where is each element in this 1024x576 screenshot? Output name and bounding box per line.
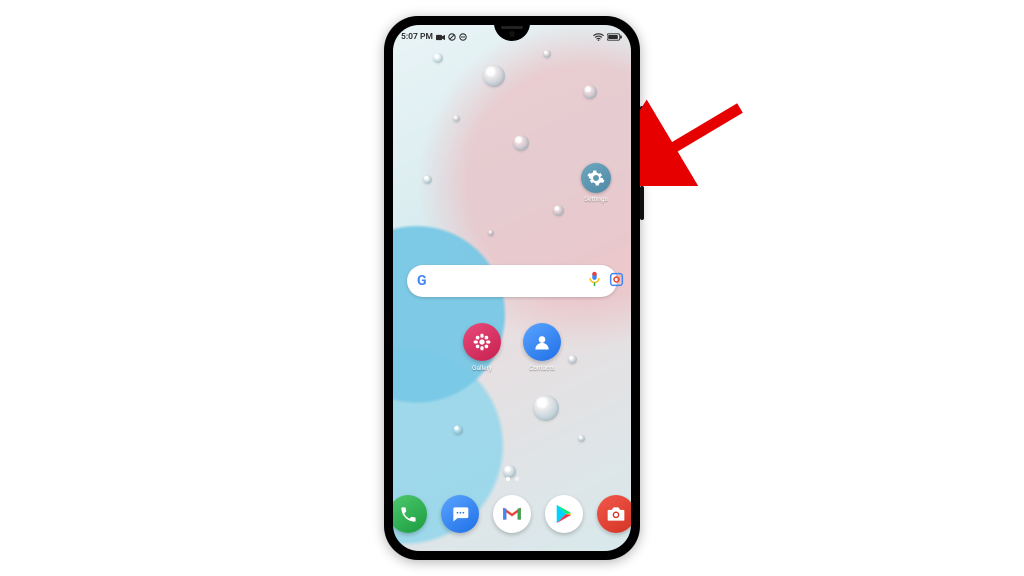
- mic-icon[interactable]: [588, 271, 601, 291]
- no-sim-icon: [448, 33, 456, 41]
- camera-icon: [597, 495, 631, 533]
- contacts-icon: [523, 323, 561, 361]
- play-store-app[interactable]: [545, 495, 583, 533]
- wallpaper-drop: [423, 175, 432, 184]
- wallpaper-drop: [578, 435, 585, 442]
- dnd-icon: [459, 33, 467, 41]
- wallpaper-drop: [583, 85, 597, 99]
- dock: [393, 495, 631, 533]
- play-icon: [545, 495, 583, 533]
- battery-icon: [607, 33, 623, 41]
- callout-arrow: [640, 96, 760, 186]
- app-label: Gallery: [462, 364, 502, 372]
- tutorial-figure: 5:07 PM Settings G: [0, 0, 1024, 576]
- wifi-icon: [593, 33, 604, 41]
- settings-label: Settings: [579, 195, 613, 203]
- wallpaper-drop: [513, 135, 529, 151]
- status-time: 5:07 PM: [401, 32, 433, 42]
- gallery-icon: [463, 323, 501, 361]
- wallpaper-drop: [483, 65, 505, 87]
- volume-rocker[interactable]: [640, 106, 644, 168]
- messages-app[interactable]: [441, 495, 479, 533]
- gallery-app[interactable]: Gallery: [462, 323, 502, 372]
- phone-frame: 5:07 PM Settings G: [384, 16, 640, 560]
- wallpaper-drop: [533, 395, 559, 421]
- google-logo-icon: G: [417, 273, 426, 289]
- wallpaper-drop: [553, 205, 564, 216]
- power-button[interactable]: [640, 186, 644, 220]
- wallpaper-drop: [433, 53, 443, 63]
- gear-icon: [581, 163, 611, 193]
- wallpaper-drop: [488, 230, 494, 236]
- messages-icon: [441, 495, 479, 533]
- phone-icon: [393, 495, 427, 533]
- wallpaper-drop: [543, 50, 551, 58]
- wallpaper-drop: [453, 115, 460, 122]
- lens-icon[interactable]: [609, 272, 624, 291]
- phone-app[interactable]: [393, 495, 427, 533]
- page-indicator[interactable]: [393, 477, 631, 481]
- status-bar: 5:07 PM: [401, 29, 623, 45]
- video-icon: [436, 34, 445, 41]
- settings-shortcut[interactable]: Settings: [579, 163, 613, 203]
- home-apps-row: Gallery Contacts: [393, 323, 631, 372]
- google-search-bar[interactable]: G: [407, 265, 617, 297]
- home-screen[interactable]: 5:07 PM Settings G: [393, 25, 631, 551]
- camera-app[interactable]: [597, 495, 631, 533]
- gmail-app[interactable]: [493, 495, 531, 533]
- app-label: Contacts: [522, 364, 562, 372]
- search-input[interactable]: [434, 274, 580, 288]
- gmail-icon: [493, 495, 531, 533]
- wallpaper-drop: [453, 425, 463, 435]
- contacts-app[interactable]: Contacts: [522, 323, 562, 372]
